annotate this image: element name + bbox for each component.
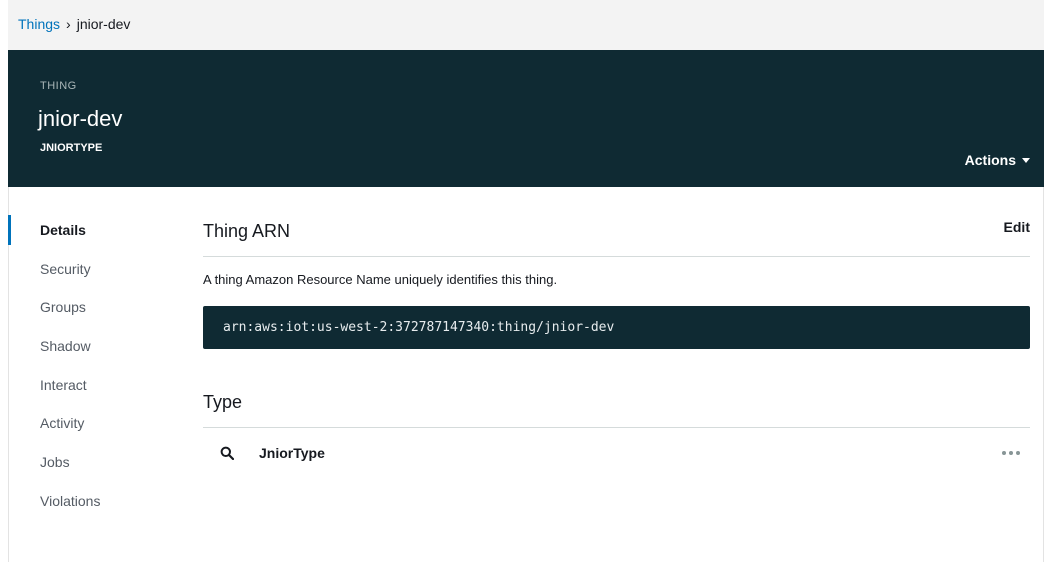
type-row[interactable]: JniorType: [203, 428, 1030, 478]
page-title: jnior-dev: [38, 106, 123, 131]
sidebar-item-shadow[interactable]: Shadow: [8, 331, 158, 370]
arn-section-header: Thing ARN Edit: [203, 215, 1030, 257]
caret-down-icon: [1022, 158, 1030, 163]
type-section-title: Type: [203, 392, 243, 412]
arn-section-title: Thing ARN: [203, 221, 291, 241]
sidebar-item-groups[interactable]: Groups: [8, 292, 158, 331]
sidebar-item-jobs[interactable]: Jobs: [8, 447, 158, 486]
breadcrumb: Things › jnior-dev: [18, 16, 130, 32]
sidebar-item-details[interactable]: Details: [8, 215, 158, 254]
actions-dropdown-button[interactable]: Actions: [965, 152, 1030, 168]
arn-description: A thing Amazon Resource Name uniquely id…: [203, 272, 558, 287]
sidebar-item-violations[interactable]: Violations: [8, 486, 158, 525]
thing-header: THING jnior-dev JNIORTYPE Actions: [8, 50, 1044, 187]
resource-kind-label: THING: [40, 80, 77, 92]
more-dot: [1016, 451, 1020, 455]
thing-type-label: JNIORTYPE: [40, 142, 103, 154]
side-navigation: Details Security Groups Shadow Interact …: [8, 215, 158, 525]
breadcrumb-things-link[interactable]: Things: [18, 16, 60, 32]
type-name-link[interactable]: JniorType: [259, 445, 325, 461]
sidebar-item-activity[interactable]: Activity: [8, 408, 158, 447]
more-options-icon[interactable]: [1002, 451, 1020, 455]
sidebar-item-interact[interactable]: Interact: [8, 370, 158, 409]
breadcrumb-current: jnior-dev: [76, 16, 131, 32]
actions-label: Actions: [964, 152, 1016, 168]
main-content: Thing ARN Edit A thing Amazon Resource N…: [203, 215, 1030, 478]
search-icon[interactable]: [220, 446, 234, 460]
edit-button[interactable]: Edit: [1004, 219, 1030, 235]
arn-code-box[interactable]: arn:aws:iot:us-west-2:372787147340:thing…: [203, 306, 1030, 349]
breadcrumb-bar: Things › jnior-dev: [8, 0, 1044, 50]
sidebar-item-security[interactable]: Security: [8, 254, 158, 293]
more-dot: [1002, 451, 1006, 455]
breadcrumb-separator-icon: ›: [66, 16, 71, 32]
arn-value: arn:aws:iot:us-west-2:372787147340:thing…: [223, 320, 615, 335]
more-dot: [1009, 451, 1013, 455]
type-section-header: Type: [203, 386, 1030, 428]
